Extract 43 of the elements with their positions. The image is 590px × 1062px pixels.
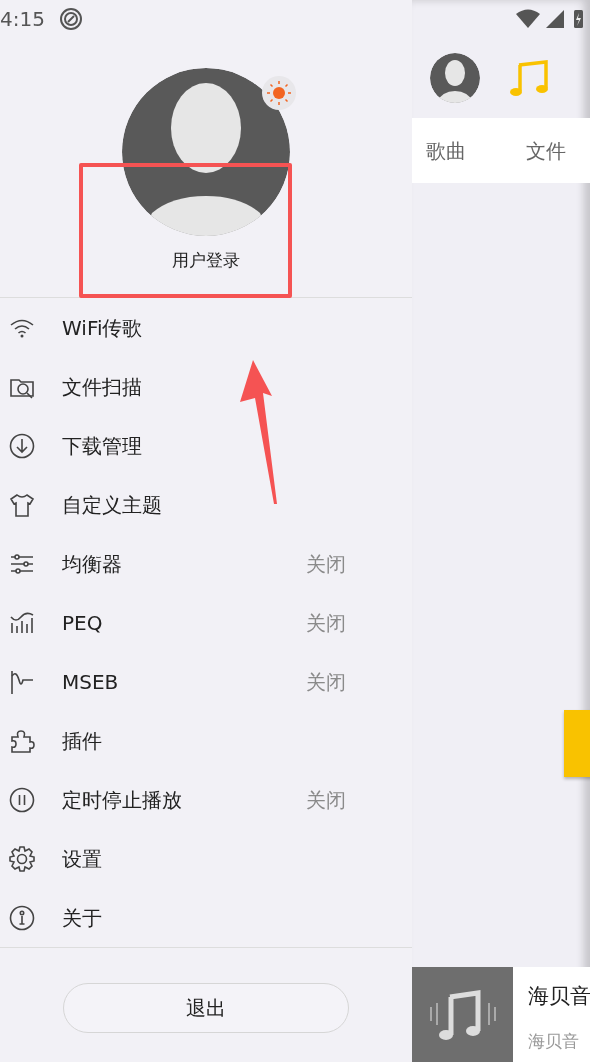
- menu-label: 插件: [62, 727, 103, 755]
- menu-label: 下载管理: [62, 432, 143, 460]
- menu-label: 自定义主题: [62, 491, 163, 519]
- status-time: 4:15: [0, 6, 45, 33]
- tab[interactable]: 歌曲: [426, 135, 466, 166]
- menu-label: 定时停止播放: [62, 786, 183, 814]
- timer-icon: [8, 785, 36, 814]
- status-value: 关闭: [306, 668, 346, 696]
- menu-item[interactable]: PEQ 关闭: [0, 593, 412, 652]
- avatar-silhouette[interactable]: [430, 53, 480, 103]
- menu-label: 关于: [62, 904, 103, 932]
- tab[interactable]: 文件: [526, 135, 566, 166]
- menu-item[interactable]: 自定义主题: [0, 475, 412, 534]
- sun-icon[interactable]: [262, 76, 296, 110]
- menu-label: 文件扫描: [62, 373, 143, 401]
- status-value: 关闭: [306, 550, 346, 578]
- exit-button[interactable]: 退出: [63, 983, 349, 1033]
- login-label[interactable]: 用户登录: [172, 248, 240, 274]
- notification-icon: [58, 7, 83, 31]
- status-value: 关闭: [306, 786, 346, 814]
- album-art[interactable]: [412, 967, 513, 1062]
- menu-item[interactable]: MSEB 关闭: [0, 652, 412, 711]
- settings-icon: [8, 844, 36, 873]
- menu-item[interactable]: 插件: [0, 711, 412, 770]
- info-icon: [8, 903, 36, 932]
- menu-item[interactable]: 文件扫描: [0, 357, 412, 416]
- menu-item[interactable]: 设置: [0, 829, 412, 888]
- track-artist: 海贝音: [528, 1029, 580, 1053]
- menu-item[interactable]: 均衡器 关闭: [0, 534, 412, 593]
- menu-label: PEQ: [62, 609, 104, 637]
- menu-item[interactable]: 定时停止播放 关闭: [0, 770, 412, 829]
- avatar-silhouette[interactable]: [122, 68, 290, 236]
- status-value: 关闭: [306, 609, 346, 637]
- menu-label: 设置: [62, 845, 103, 873]
- menu-item[interactable]: 下载管理: [0, 416, 412, 475]
- track-title: 海贝音: [528, 983, 590, 1010]
- download-icon: [8, 431, 36, 460]
- menu-label: MSEB: [62, 668, 120, 696]
- menu-item[interactable]: 关于: [0, 888, 412, 947]
- menu-label: 均衡器: [62, 550, 123, 578]
- status-icons-drawing: [514, 8, 586, 30]
- menu-label: WiFi传歌: [62, 314, 144, 342]
- menu-item[interactable]: WiFi传歌: [0, 298, 412, 357]
